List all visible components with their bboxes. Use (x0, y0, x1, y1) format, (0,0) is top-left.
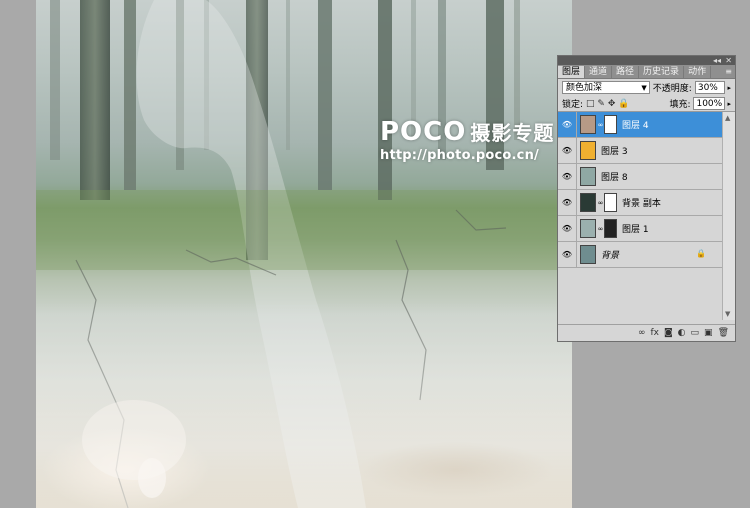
fx-icon[interactable]: fx (650, 328, 659, 338)
forest-artwork (36, 0, 572, 508)
panel-menu-icon[interactable]: ≡ (725, 65, 732, 78)
link-icon[interactable]: ∞ (597, 121, 604, 129)
close-icon[interactable]: ✕ (725, 56, 732, 65)
eye-icon[interactable]: 👁 (558, 242, 577, 267)
tab-0[interactable]: 图层 (558, 66, 586, 78)
chevron-down-icon: ▼ (641, 84, 647, 92)
fill-input[interactable]: 100% (693, 97, 726, 110)
layers-scrollbar[interactable]: ▲ ▼ (722, 112, 735, 320)
layer-mask-thumbnail[interactable] (604, 115, 617, 134)
layer-name: 图层 3 (601, 147, 628, 157)
tab-2[interactable]: 路径 (612, 66, 640, 78)
layer-row[interactable]: 👁 图层 3 (558, 138, 724, 164)
panel-bottom-toolbar: ∞ fx ◙ ◐ ▭ ▣ 🗑 (558, 324, 735, 341)
watermark-logo: POCO (380, 117, 467, 147)
panel-tabs: 图层 通道 路径 历史记录 动作 ≡ (558, 65, 735, 79)
layer-name: 背景 副本 (622, 199, 661, 209)
lock-icon: 🔒 (696, 249, 706, 258)
watermark-url: http://photo.poco.cn/ (380, 148, 539, 163)
tab-1[interactable]: 通道 (585, 66, 613, 78)
fill-label: 填充: (669, 100, 691, 110)
layer-thumbnail (580, 193, 596, 212)
layer-row[interactable]: 👁 ∞ 图层 1 (558, 216, 724, 242)
blend-opacity-row: 颜色加深 ▼ 不透明度: 30% ▸ (558, 79, 735, 96)
layer-name: 图层 1 (622, 225, 649, 235)
fill-arrow-icon[interactable]: ▸ (727, 100, 731, 108)
poco-watermark: POCO 摄影专题 http://photo.poco.cn/ (380, 118, 554, 163)
layer-name: 背景 (601, 251, 620, 261)
blend-mode-value: 颜色加深 (566, 83, 603, 93)
scroll-up-icon[interactable]: ▲ (725, 114, 730, 122)
scroll-down-icon[interactable]: ▼ (725, 310, 730, 318)
lock-label: 锁定: (562, 100, 584, 110)
eye-icon[interactable]: 👁 (558, 138, 577, 163)
link-icon[interactable]: ∞ (597, 199, 604, 207)
collapse-icon[interactable]: ◂◂ (713, 56, 721, 65)
layer-thumbnail (580, 167, 596, 186)
layer-thumbnail (580, 219, 596, 238)
link-icon[interactable]: ∞ (597, 225, 604, 233)
blend-mode-select[interactable]: 颜色加深 ▼ (562, 81, 650, 94)
layer-name: 图层 4 (622, 121, 649, 131)
link-layers-icon[interactable]: ∞ (638, 328, 646, 338)
eye-icon[interactable]: 👁 (558, 216, 577, 241)
lock-icons[interactable]: □ ✎ ✥ 🔒 (586, 99, 629, 109)
tab-4[interactable]: 动作 (684, 66, 712, 78)
tab-3[interactable]: 历史记录 (639, 66, 685, 78)
layer-thumbnail (580, 115, 596, 134)
opacity-arrow-icon[interactable]: ▸ (727, 84, 731, 92)
eye-icon[interactable]: 👁 (558, 190, 577, 215)
new-layer-icon[interactable]: ▣ (704, 328, 713, 338)
watermark-subtitle: 摄影专题 (470, 121, 555, 145)
layer-mask-thumbnail[interactable] (604, 219, 617, 238)
opacity-label: 不透明度: (652, 84, 692, 94)
layer-thumbnail (580, 245, 596, 264)
panel-titlebar[interactable]: ◂◂ ✕ (558, 56, 735, 65)
layer-row[interactable]: 👁 ∞ 背景 副本 (558, 190, 724, 216)
layer-row[interactable]: 👁 背景 🔒 (558, 242, 724, 268)
opacity-input[interactable]: 30% (694, 81, 726, 94)
eye-icon[interactable]: 👁 (558, 164, 577, 189)
layer-thumbnail (580, 141, 596, 160)
layers-list: 👁 ∞ 图层 4 👁 图层 3 👁 图层 8 👁 ∞ 背景 副本 👁 ∞ 图层 1 👁 背景 🔒 ▲ ▼ (558, 112, 735, 320)
layer-mask-thumbnail[interactable] (604, 193, 617, 212)
lock-fill-row: 锁定: □ ✎ ✥ 🔒 填充: 100% ▸ (558, 96, 735, 112)
adjustment-icon[interactable]: ◐ (678, 328, 686, 338)
eye-icon[interactable]: 👁 (558, 112, 577, 137)
layer-name: 图层 8 (601, 173, 628, 183)
layer-row[interactable]: 👁 ∞ 图层 4 (558, 112, 724, 138)
photo-canvas: POCO 摄影专题 http://photo.poco.cn/ (36, 0, 572, 508)
layer-row[interactable]: 👁 图层 8 (558, 164, 724, 190)
trash-icon[interactable]: 🗑 (718, 328, 729, 338)
group-icon[interactable]: ▭ (691, 328, 700, 338)
add-mask-icon[interactable]: ◙ (664, 328, 673, 338)
layers-panel: ◂◂ ✕ 图层 通道 路径 历史记录 动作 ≡ 颜色加深 ▼ 不透明度: 30% ▸ 锁定… (557, 55, 736, 342)
